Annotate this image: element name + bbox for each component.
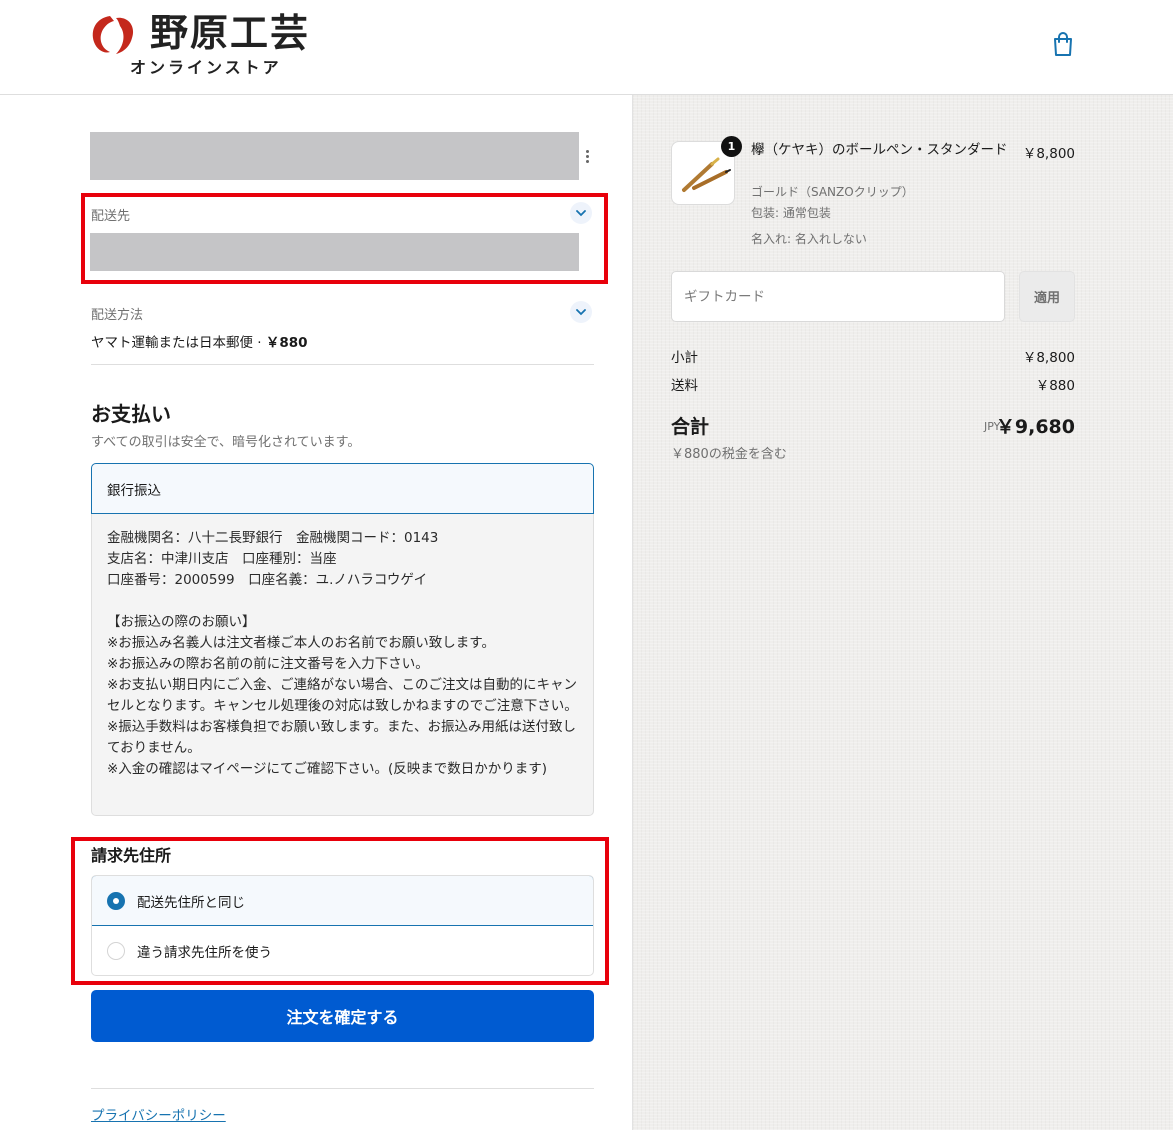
logo-swirl-icon	[92, 16, 134, 54]
bank-detail-line: 【お振込の際のお願い】	[107, 614, 256, 630]
place-order-button[interactable]: 注文を確定する	[91, 990, 594, 1042]
bank-detail-line: 口座番号：2000599 口座名義：ユ.ノハラコウゲイ	[107, 572, 428, 588]
bank-detail-line: ※お振込みの際お名前の前に注文番号を入力下さい。	[107, 656, 429, 672]
shipping-method-value: ヤマト運輸または日本郵便 · ￥880	[91, 335, 308, 351]
bank-detail-line: ※お支払い期日内にご入金、ご連絡がない場合、このご注文は自動的にキャンセルとなり…	[107, 677, 578, 714]
order-summary-panel	[632, 95, 1173, 1130]
payment-subtitle: すべての取引は安全で、暗号化されています。	[91, 435, 361, 450]
total-label: 合計	[671, 416, 710, 438]
billing-different-label: 違う請求先住所を使う	[137, 945, 272, 961]
payment-option-bank-transfer[interactable]: 銀行振込	[91, 463, 594, 514]
shipping-method-label: 配送方法	[91, 308, 144, 323]
product-name: 欅（ケヤキ）のボールペン・スタンダード	[751, 142, 1008, 158]
bank-detail-line: 支店名：中津川支店 口座種別：当座	[107, 551, 337, 567]
footer-divider	[91, 1088, 594, 1089]
radio-unselected[interactable]	[107, 942, 125, 960]
apply-gift-card-button[interactable]: 適用	[1019, 271, 1075, 322]
bank-detail-line	[107, 591, 578, 612]
store-name: 野原工芸	[150, 10, 311, 55]
section-divider	[91, 364, 594, 365]
tax-note: ￥880の税金を含む	[671, 447, 787, 462]
chevron-down-icon	[576, 309, 586, 316]
bank-transfer-details: 金融機関名：八十二長野銀行 金融機関コード：0143 支店名：中津川支店 口座種…	[91, 514, 594, 816]
shipping-cost-value: ￥880	[1035, 378, 1075, 394]
product-price: ￥8,800	[1022, 146, 1075, 162]
more-options-icon[interactable]	[583, 150, 591, 166]
billing-same-as-shipping[interactable]: 配送先住所と同じ	[92, 876, 593, 926]
quantity-badge: 1	[721, 136, 742, 157]
shipping-address-redacted	[90, 233, 579, 271]
shopping-bag-icon[interactable]	[1050, 30, 1076, 58]
shipping-method-price: ￥880	[265, 335, 308, 351]
payment-title: お支払い	[91, 402, 171, 426]
subtotal-label: 小計	[671, 350, 698, 366]
contact-info-redacted	[90, 132, 579, 180]
shipping-method-toggle[interactable]	[570, 301, 592, 323]
bank-detail-line: ※お振込み名義人は注文者様ご本人のお名前でお願い致します。	[107, 635, 495, 651]
store-subtitle: オンラインストア	[130, 58, 282, 77]
shipping-cost-label: 送料	[671, 378, 698, 394]
store-logo[interactable]: 野原工芸 オンラインストア	[88, 10, 338, 77]
billing-address-options: 配送先住所と同じ 違う請求先住所を使う	[91, 875, 594, 976]
radio-selected[interactable]	[107, 891, 125, 910]
payment-option-label: 銀行振込	[107, 482, 161, 499]
chevron-down-icon	[576, 210, 586, 217]
total-value: ￥9,680	[995, 416, 1075, 438]
privacy-policy-link[interactable]: プライバシーポリシー	[91, 1104, 226, 1124]
product-variant: ゴールド（SANZOクリップ）	[751, 185, 914, 199]
bank-detail-line: ※入金の確認はマイページにてご確認下さい。(反映まで数日かかります)	[107, 761, 548, 777]
bank-detail-line: ※振込手数料はお客様負担でお願い致します。また、お振込み用紙は送付致しておりませ…	[107, 719, 576, 756]
site-header: 野原工芸 オンラインストア	[0, 0, 1173, 95]
billing-same-label: 配送先住所と同じ	[137, 894, 245, 911]
product-wrapping: 包装: 通常包装	[751, 206, 831, 220]
subtotal-value: ￥8,800	[1022, 350, 1075, 366]
shipping-address-label: 配送先	[91, 209, 131, 224]
bank-detail-line: 金融機関名：八十二長野銀行 金融機関コード：0143	[107, 530, 439, 546]
shipping-address-toggle[interactable]	[570, 202, 592, 224]
gift-card-input[interactable]	[671, 271, 1005, 322]
billing-different-address[interactable]: 違う請求先住所を使う	[92, 926, 593, 975]
billing-address-title: 請求先住所	[91, 846, 172, 865]
product-engraving: 名入れ: 名入れしない	[751, 232, 867, 246]
